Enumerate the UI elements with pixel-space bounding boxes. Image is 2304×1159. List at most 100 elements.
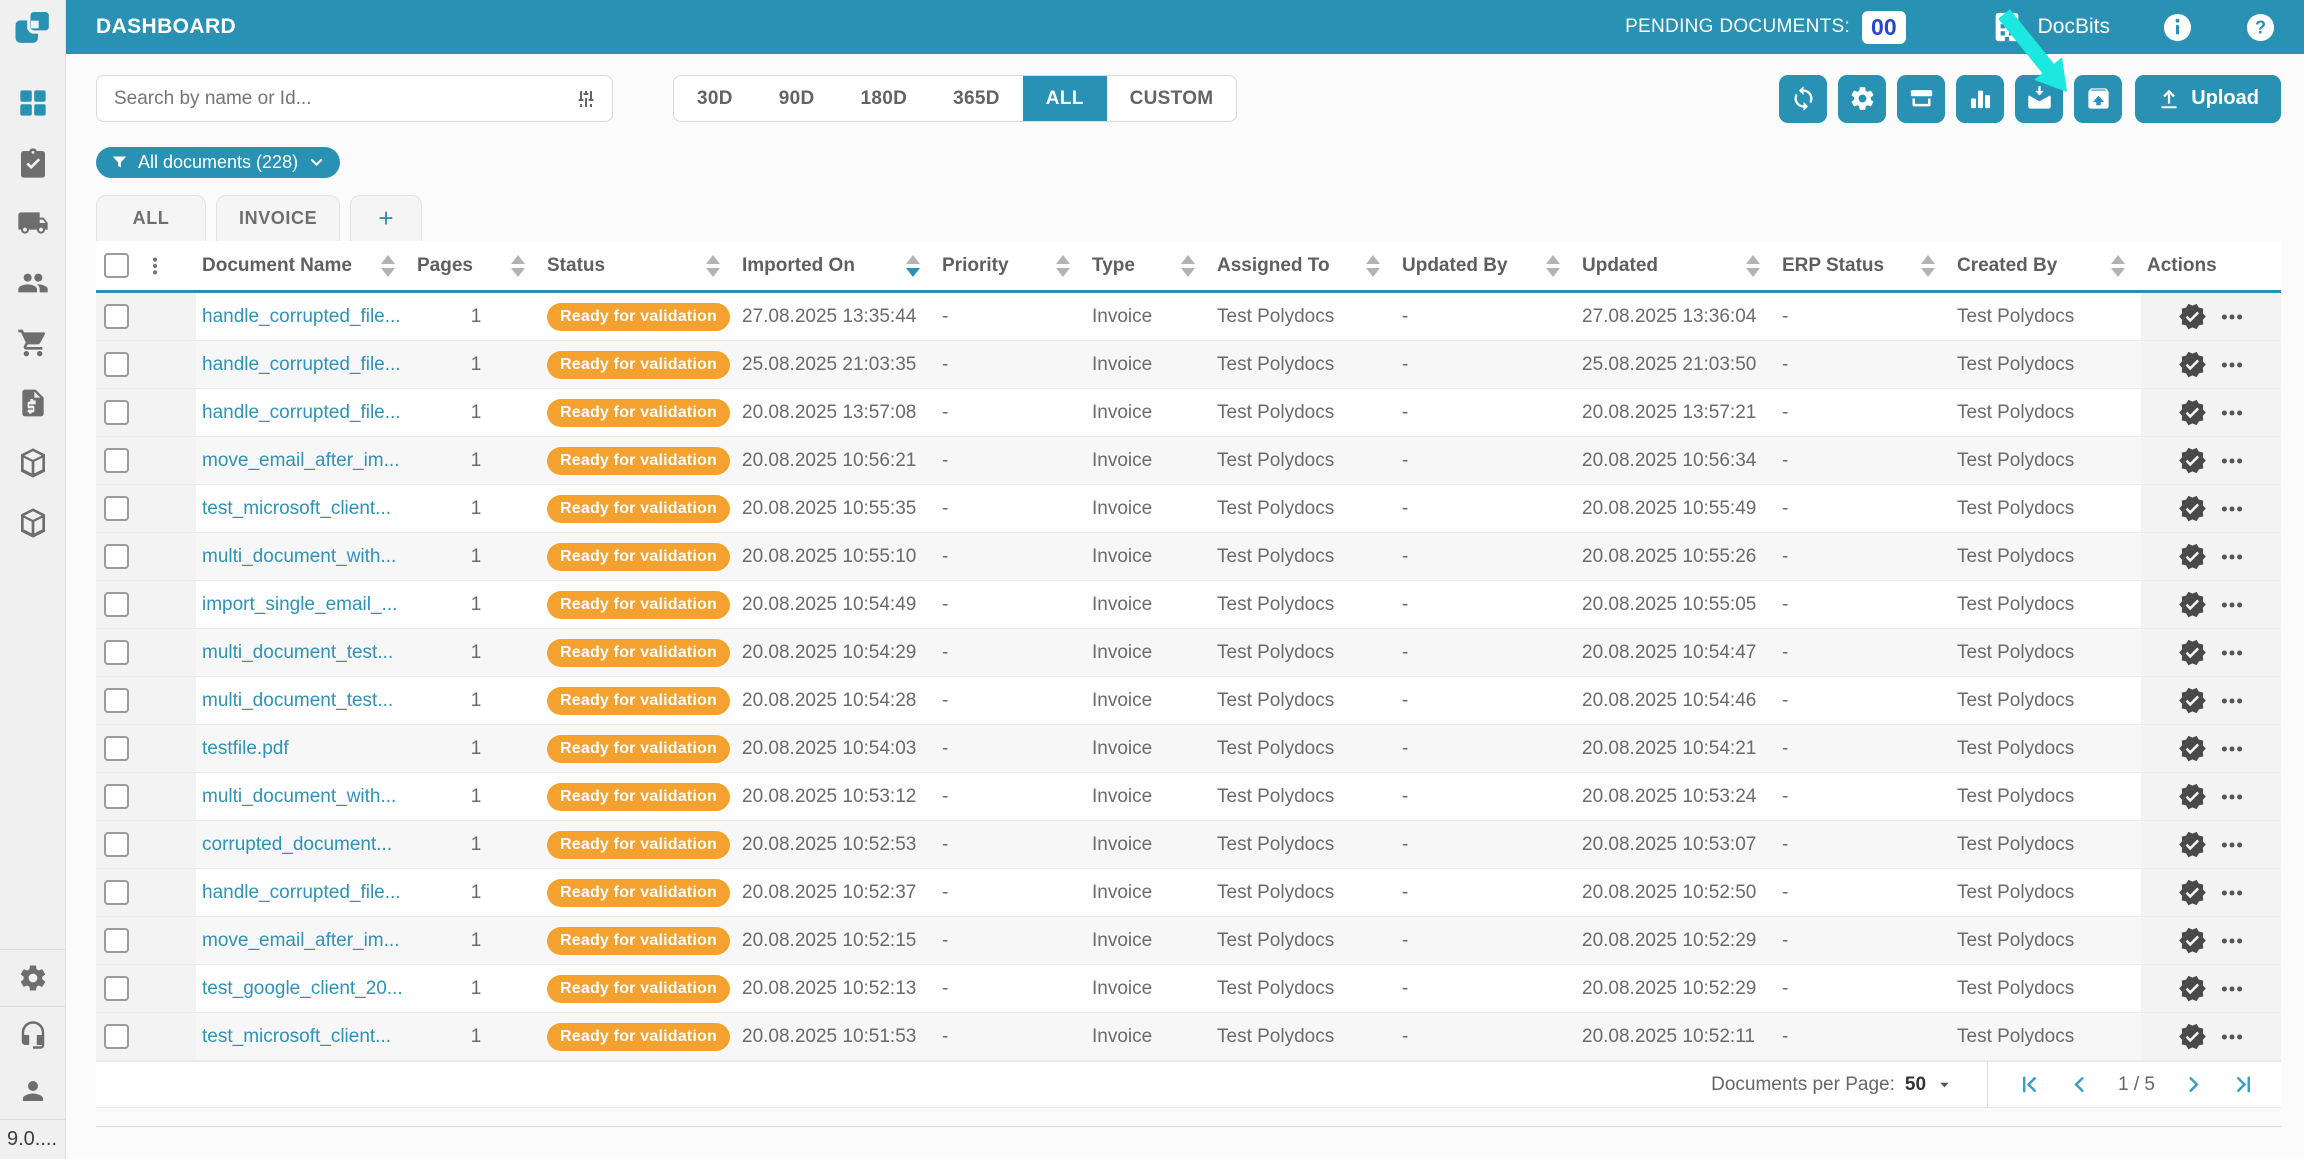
validate-badge-button[interactable] (2178, 350, 2207, 379)
sidebar-item-users[interactable] (16, 266, 50, 300)
validate-badge-button[interactable] (2178, 542, 2207, 571)
sort-arrows-icon[interactable] (2111, 254, 2125, 277)
sidebar-item-support[interactable] (0, 1007, 65, 1063)
row-more-actions-button[interactable] (2219, 640, 2245, 666)
sidebar-item-products[interactable] (16, 506, 50, 540)
document-name-link[interactable]: move_email_after_im... (202, 930, 399, 952)
sort-arrows-icon[interactable] (511, 254, 525, 277)
add-tab-button[interactable]: + (350, 195, 423, 241)
row-more-actions-button[interactable] (2219, 736, 2245, 762)
document-name-link[interactable]: multi_document_with... (202, 786, 396, 808)
row-checkbox[interactable] (104, 832, 129, 857)
tab-invoice[interactable]: INVOICE (216, 195, 341, 241)
sidebar-item-packages[interactable] (16, 446, 50, 480)
column-header-assigned-to[interactable]: Assigned To (1211, 241, 1396, 290)
row-more-actions-button[interactable] (2219, 352, 2245, 378)
row-more-actions-button[interactable] (2219, 544, 2245, 570)
row-more-actions-button[interactable] (2219, 592, 2245, 618)
validate-badge-button[interactable] (2178, 734, 2207, 763)
date-filter-365d[interactable]: 365D (930, 76, 1023, 121)
previous-page-button[interactable] (2068, 1073, 2091, 1096)
validate-badge-button[interactable] (2178, 926, 2207, 955)
validate-badge-button[interactable] (2178, 638, 2207, 667)
column-header-document-name[interactable]: Document Name (196, 241, 411, 290)
validate-badge-button[interactable] (2178, 302, 2207, 331)
organization-button[interactable] (1990, 10, 2024, 44)
column-header-actions[interactable]: Actions (2141, 241, 2281, 290)
document-name-link[interactable]: import_single_email_... (202, 594, 397, 616)
document-name-link[interactable]: testfile.pdf (202, 738, 289, 760)
upload-button[interactable]: Upload (2135, 74, 2281, 123)
sidebar-item-invoices[interactable] (16, 386, 50, 420)
first-page-button[interactable] (2018, 1073, 2041, 1096)
validate-badge-button[interactable] (2178, 782, 2207, 811)
row-more-actions-button[interactable] (2219, 832, 2245, 858)
row-checkbox[interactable] (104, 304, 129, 329)
row-more-actions-button[interactable] (2219, 448, 2245, 474)
sidebar-item-dashboard[interactable] (16, 86, 50, 120)
validate-badge-button[interactable] (2178, 686, 2207, 715)
validate-badge-button[interactable] (2178, 1022, 2207, 1051)
column-header-pages[interactable]: Pages (411, 241, 541, 290)
validate-badge-button[interactable] (2178, 398, 2207, 427)
all-documents-filter-chip[interactable]: All documents (228) (96, 147, 341, 178)
date-filter-30d[interactable]: 30D (674, 76, 756, 121)
date-filter-180d[interactable]: 180D (838, 76, 931, 121)
sidebar-item-shipping[interactable] (16, 206, 50, 240)
app-logo[interactable] (0, 0, 65, 54)
row-more-actions-button[interactable] (2219, 1024, 2245, 1050)
import-mail-button[interactable] (2015, 74, 2064, 123)
document-name-link[interactable]: handle_corrupted_file... (202, 882, 401, 904)
row-checkbox[interactable] (104, 592, 129, 617)
sort-arrows-icon[interactable] (1056, 254, 1070, 277)
row-checkbox[interactable] (104, 640, 129, 665)
validate-badge-button[interactable] (2178, 446, 2207, 475)
document-name-link[interactable]: test_microsoft_client... (202, 498, 391, 520)
scan-button[interactable] (1897, 74, 1946, 123)
date-filter-90d[interactable]: 90D (756, 76, 838, 121)
select-all-checkbox[interactable] (104, 253, 129, 278)
sidebar-item-settings[interactable] (0, 950, 65, 1006)
document-name-link[interactable]: handle_corrupted_file... (202, 354, 401, 376)
validate-badge-button[interactable] (2178, 878, 2207, 907)
row-checkbox[interactable] (104, 352, 129, 377)
documents-per-page-value[interactable]: 50 (1905, 1074, 1926, 1096)
column-header-priority[interactable]: Priority (936, 241, 1086, 290)
next-page-button[interactable] (2182, 1073, 2205, 1096)
column-header-status[interactable]: Status (541, 241, 736, 290)
analytics-button[interactable] (1956, 74, 2005, 123)
sort-arrows-icon[interactable] (1546, 254, 1560, 277)
row-more-actions-button[interactable] (2219, 928, 2245, 954)
last-page-button[interactable] (2232, 1073, 2255, 1096)
row-checkbox[interactable] (104, 688, 129, 713)
column-header-type[interactable]: Type (1086, 241, 1211, 290)
sidebar-item-profile[interactable] (0, 1063, 65, 1119)
sidebar-item-tasks[interactable] (16, 146, 50, 180)
row-more-actions-button[interactable] (2219, 304, 2245, 330)
help-button[interactable]: ? (2245, 12, 2276, 43)
tab-all[interactable]: ALL (96, 195, 206, 241)
row-more-actions-button[interactable] (2219, 784, 2245, 810)
document-name-link[interactable]: test_microsoft_client... (202, 1026, 391, 1048)
sort-arrows-icon[interactable] (381, 254, 395, 277)
document-name-link[interactable]: handle_corrupted_file... (202, 306, 401, 328)
row-more-actions-button[interactable] (2219, 496, 2245, 522)
validate-badge-button[interactable] (2178, 974, 2207, 1003)
document-name-link[interactable]: move_email_after_im... (202, 450, 399, 472)
column-header-imported-on[interactable]: Imported On (736, 241, 936, 290)
row-checkbox[interactable] (104, 448, 129, 473)
document-name-link[interactable]: handle_corrupted_file... (202, 402, 401, 424)
row-checkbox[interactable] (104, 1024, 129, 1049)
kebab-menu-icon[interactable] (144, 255, 166, 277)
document-name-link[interactable]: multi_document_test... (202, 690, 393, 712)
row-more-actions-button[interactable] (2219, 976, 2245, 1002)
column-header-created-by[interactable]: Created By (1951, 241, 2141, 290)
filter-options-button[interactable] (574, 87, 598, 111)
per-page-dropdown-caret[interactable] (1936, 1076, 1953, 1093)
column-header-updated[interactable]: Updated (1576, 241, 1776, 290)
sort-arrows-icon[interactable] (1366, 254, 1380, 277)
row-more-actions-button[interactable] (2219, 400, 2245, 426)
validate-badge-button[interactable] (2178, 494, 2207, 523)
row-checkbox[interactable] (104, 496, 129, 521)
column-header-updated-by[interactable]: Updated By (1396, 241, 1576, 290)
